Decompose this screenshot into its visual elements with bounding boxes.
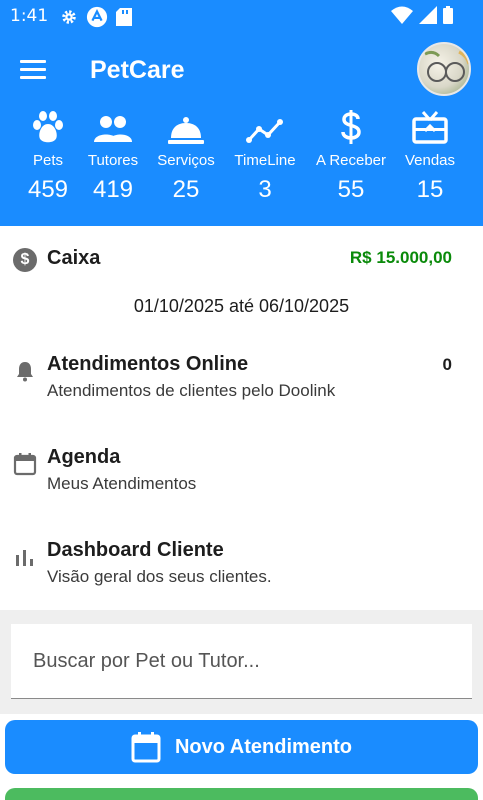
android-icon [86,6,108,28]
dollar-circle-icon: $ [13,248,37,272]
avatar-image [424,50,469,82]
search-box [11,624,472,699]
stat-a-receber[interactable]: A Receber 55 [311,108,391,204]
bar-chart-icon [16,550,33,566]
green-action-button[interactable] [5,788,478,800]
menu-item-title: Dashboard Cliente [47,539,224,561]
menu-bar [20,76,46,79]
wifi-icon [391,6,413,24]
menu-item-count: 0 [442,355,452,374]
service-bell-icon [168,117,204,144]
status-time: 1:41 [10,6,49,26]
app-header: PetCare Pets 459 Tutores 419 Serviços 25… [0,32,483,226]
menu-item-subtitle: Atendimentos de clientes pelo Doolink [47,381,336,400]
paw-icon [33,111,63,143]
caixa-value: R$ 15.000,00 [349,248,452,267]
menu-item-agenda[interactable]: Agenda Meus Atendimentos [0,446,483,526]
search-section [0,610,483,714]
gear-icon [62,10,76,24]
calendar-icon [131,732,161,763]
stat-label: A Receber [315,152,387,169]
menu-item-atendimentos-online[interactable]: Atendimentos Online Atendimentos de clie… [0,353,483,433]
calendar-icon [13,453,37,476]
dollar-icon [341,110,361,144]
gift-card-icon [412,111,448,144]
status-icons-right [391,6,453,24]
avatar[interactable] [417,42,471,96]
stat-value: 55 [337,176,365,203]
menu-item-title: Agenda [47,446,121,468]
menu-item-title: Atendimentos Online [47,353,249,375]
status-bar: 1:41 [0,0,483,32]
stat-tutores[interactable]: Tutores 419 [73,108,153,204]
bell-icon [17,362,33,382]
stat-value: 25 [172,176,200,203]
people-icon [94,116,132,142]
novo-atendimento-button[interactable]: Novo Atendimento [5,720,478,774]
menu-item-dashboard-cliente[interactable]: Dashboard Cliente Visão geral dos seus c… [0,539,483,619]
sd-card-icon [116,8,132,26]
caixa-title: Caixa [47,247,101,269]
stat-timeline[interactable]: TimeLine 3 [225,108,305,204]
stat-servicos[interactable]: Serviços 25 [146,108,226,204]
timeline-icon [246,119,283,143]
stat-label: Tutores [87,152,139,169]
stat-value: 3 [258,176,272,203]
stats-bar: Pets 459 Tutores 419 Serviços 25 TimeLin… [0,108,483,208]
menu-item-subtitle: Meus Atendimentos [47,474,197,493]
caixa-card[interactable]: $ Caixa R$ 15.000,00 01/10/2025 até 06/1… [0,226,483,336]
menu-bar [20,60,46,63]
novo-atendimento-label: Novo Atendimento [174,735,353,758]
search-input[interactable] [11,624,472,698]
hamburger-menu-button[interactable] [20,60,46,80]
signal-icon [419,6,437,24]
menu-bar [20,68,46,71]
stat-value: 15 [416,176,444,203]
stat-value: 419 [92,176,134,203]
caixa-period: 01/10/2025 até 06/10/2025 [133,296,350,316]
app-title: PetCare [90,56,185,84]
stat-label: Vendas [404,152,456,169]
stat-label: Serviços [157,152,215,169]
stat-vendas[interactable]: Vendas 15 [390,108,470,204]
status-icons-left [60,6,132,28]
menu-item-subtitle: Visão geral dos seus clientes. [47,567,272,586]
stat-label: TimeLine [234,152,296,169]
battery-icon [443,6,453,24]
